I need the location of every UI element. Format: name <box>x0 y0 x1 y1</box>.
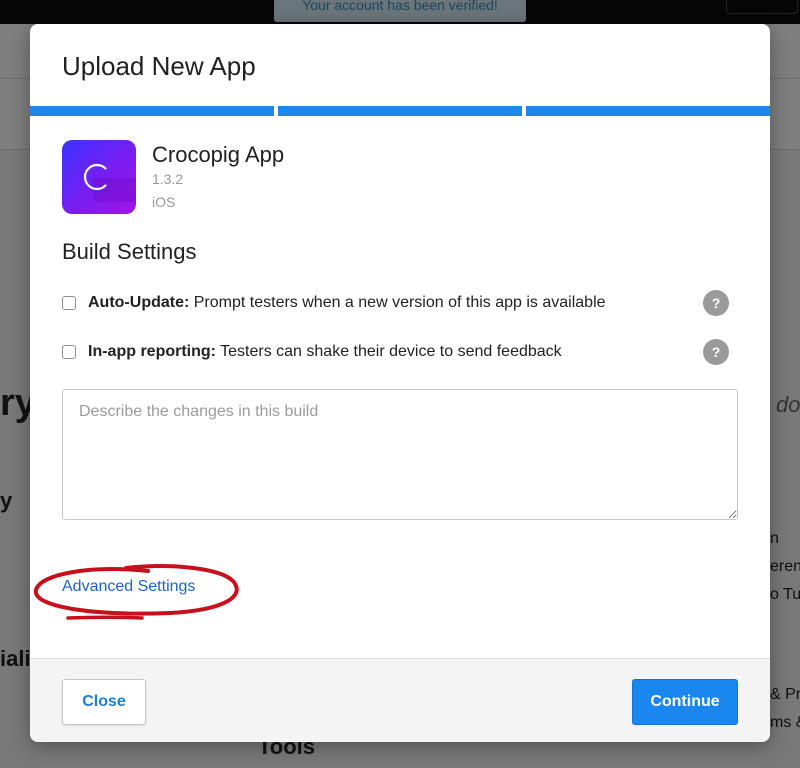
auto-update-label: Auto-Update: <box>88 294 190 311</box>
in-app-reporting-description: Testers can shake their device to send f… <box>215 343 562 360</box>
auto-update-checkbox[interactable] <box>62 296 76 310</box>
in-app-reporting-help-icon[interactable]: ? <box>703 339 729 365</box>
auto-update-option: Auto-Update: Prompt testers when a new v… <box>62 290 732 318</box>
close-button[interactable]: Close <box>62 679 146 725</box>
app-version: 1.3.2 <box>152 171 184 187</box>
upload-progress-bar <box>30 106 770 116</box>
progress-step-1 <box>30 106 274 116</box>
in-app-reporting-text[interactable]: In-app reporting: Testers can shake thei… <box>88 343 562 361</box>
auto-update-description: Prompt testers when a new version of thi… <box>189 294 606 311</box>
modal-footer: Close Continue <box>30 658 770 742</box>
auto-update-help-icon[interactable]: ? <box>703 290 729 316</box>
progress-step-2 <box>278 106 522 116</box>
continue-button[interactable]: Continue <box>632 679 738 725</box>
advanced-settings-link[interactable]: Advanced Settings <box>62 578 195 596</box>
in-app-reporting-label: In-app reporting: <box>88 343 216 360</box>
app-logo-c-icon <box>62 140 136 214</box>
upload-app-modal: Upload New App Crocopig App 1.3.2 iOS Bu… <box>30 24 770 742</box>
build-notes-textarea[interactable] <box>62 389 738 520</box>
app-name: Crocopig App <box>152 142 285 167</box>
build-settings-title: Build Settings <box>62 239 197 264</box>
auto-update-text[interactable]: Auto-Update: Prompt testers when a new v… <box>88 294 606 312</box>
app-platform: iOS <box>152 194 176 210</box>
in-app-reporting-checkbox[interactable] <box>62 345 76 359</box>
in-app-reporting-option: In-app reporting: Testers can shake thei… <box>62 339 732 367</box>
modal-title: Upload New App <box>62 51 256 81</box>
progress-step-3 <box>526 106 770 116</box>
